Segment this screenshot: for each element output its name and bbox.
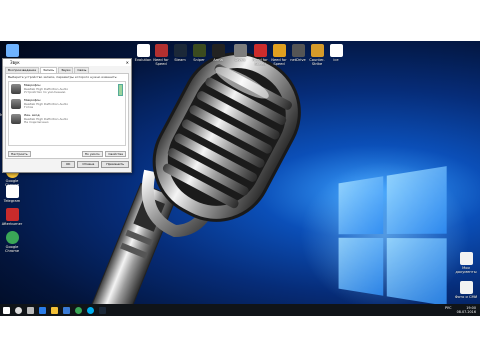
- desktop-icon[interactable]: Google Chrome: [1, 231, 23, 253]
- steam-icon[interactable]: [99, 307, 106, 314]
- dialog-tabs: Воспроизведение Запись Звуки Связь: [3, 66, 131, 73]
- edge-icon[interactable]: [39, 307, 46, 314]
- document-icon: [460, 252, 473, 265]
- game-icon: [254, 44, 267, 57]
- taskbar: РУС 19:00 08.07.2016: [0, 304, 480, 316]
- level-meter: [118, 84, 123, 96]
- dialog-title: Звук: [10, 60, 20, 65]
- apply-button[interactable]: Применить: [101, 161, 129, 168]
- desktop-icon[interactable]: Arma: [207, 44, 229, 62]
- app-icon: [330, 44, 343, 57]
- dialog-hint: Выберите устройство записи, параметры ко…: [6, 74, 128, 80]
- close-icon[interactable]: ✕: [126, 59, 129, 66]
- game-icon: [234, 44, 247, 57]
- device-state: Не подключено: [24, 121, 68, 125]
- microphone-icon: [11, 99, 21, 109]
- properties-button[interactable]: Свойства: [105, 151, 126, 157]
- chrome-icon: [6, 231, 19, 244]
- ok-button[interactable]: OK: [61, 161, 75, 168]
- desktop-icon[interactable]: Telegram: [1, 185, 23, 203]
- dialog-body: Выберите устройство записи, параметры ко…: [5, 73, 129, 159]
- afterburner-icon: [6, 208, 19, 221]
- desktop-icon[interactable]: ice: [325, 44, 347, 62]
- dialog-titlebar: Звук ✕: [3, 59, 131, 66]
- app-icon: [137, 44, 150, 57]
- app-icon: [292, 44, 305, 57]
- desktop: Корзина GeForce Experience Malwarebytes …: [0, 41, 480, 316]
- device-state: Готов: [24, 106, 68, 110]
- language-indicator[interactable]: РУС: [445, 306, 451, 310]
- chrome-icon[interactable]: [75, 307, 82, 314]
- clock-date[interactable]: 08.07.2016: [457, 310, 476, 314]
- device-list: Микрофон Realtek High Definition Audio У…: [8, 81, 126, 146]
- search-icon[interactable]: [15, 307, 22, 314]
- steam-icon: [174, 44, 187, 57]
- desktop-icon[interactable]: Мои документы: [455, 252, 477, 274]
- recycle-bin-icon: [6, 44, 19, 57]
- game-icon: [193, 44, 206, 57]
- device-item[interactable]: Лин. вход Realtek High Definition Audio …: [9, 112, 125, 127]
- store-icon[interactable]: [63, 307, 70, 314]
- dialog-footer: OK Отмена Применить: [3, 159, 131, 170]
- device-state: Устройство по умолчанию: [24, 91, 68, 95]
- device-item[interactable]: Микрофон Realtek High Definition Audio У…: [9, 82, 125, 97]
- explorer-icon[interactable]: [51, 307, 58, 314]
- device-buttons: Настроить По умолч. Свойства: [8, 151, 126, 157]
- line-in-icon: [11, 114, 21, 124]
- game-icon: [155, 44, 168, 57]
- configure-button[interactable]: Настроить: [8, 151, 31, 157]
- windows-icon[interactable]: [3, 307, 10, 314]
- desktop-icon[interactable]: Фото и СМИ: [455, 281, 477, 299]
- microphone-icon: [11, 84, 21, 94]
- skype-icon[interactable]: [87, 307, 94, 314]
- cancel-button[interactable]: Отмена: [77, 161, 99, 168]
- system-tray: РУС 19:00 08.07.2016: [445, 306, 480, 314]
- task-view-icon[interactable]: [27, 307, 34, 314]
- desktop-icon[interactable]: Afterburner: [1, 208, 23, 226]
- game-icon: [311, 44, 324, 57]
- game-icon: [212, 44, 225, 57]
- document-icon: [460, 281, 473, 294]
- device-item[interactable]: Микрофон Realtek High Definition Audio Г…: [9, 97, 125, 112]
- sound-dialog: Звук ✕ Воспроизведение Запись Звуки Связ…: [2, 58, 132, 173]
- document-icon: [6, 185, 19, 198]
- set-default-button[interactable]: По умолч.: [82, 151, 104, 157]
- game-icon: [273, 44, 286, 57]
